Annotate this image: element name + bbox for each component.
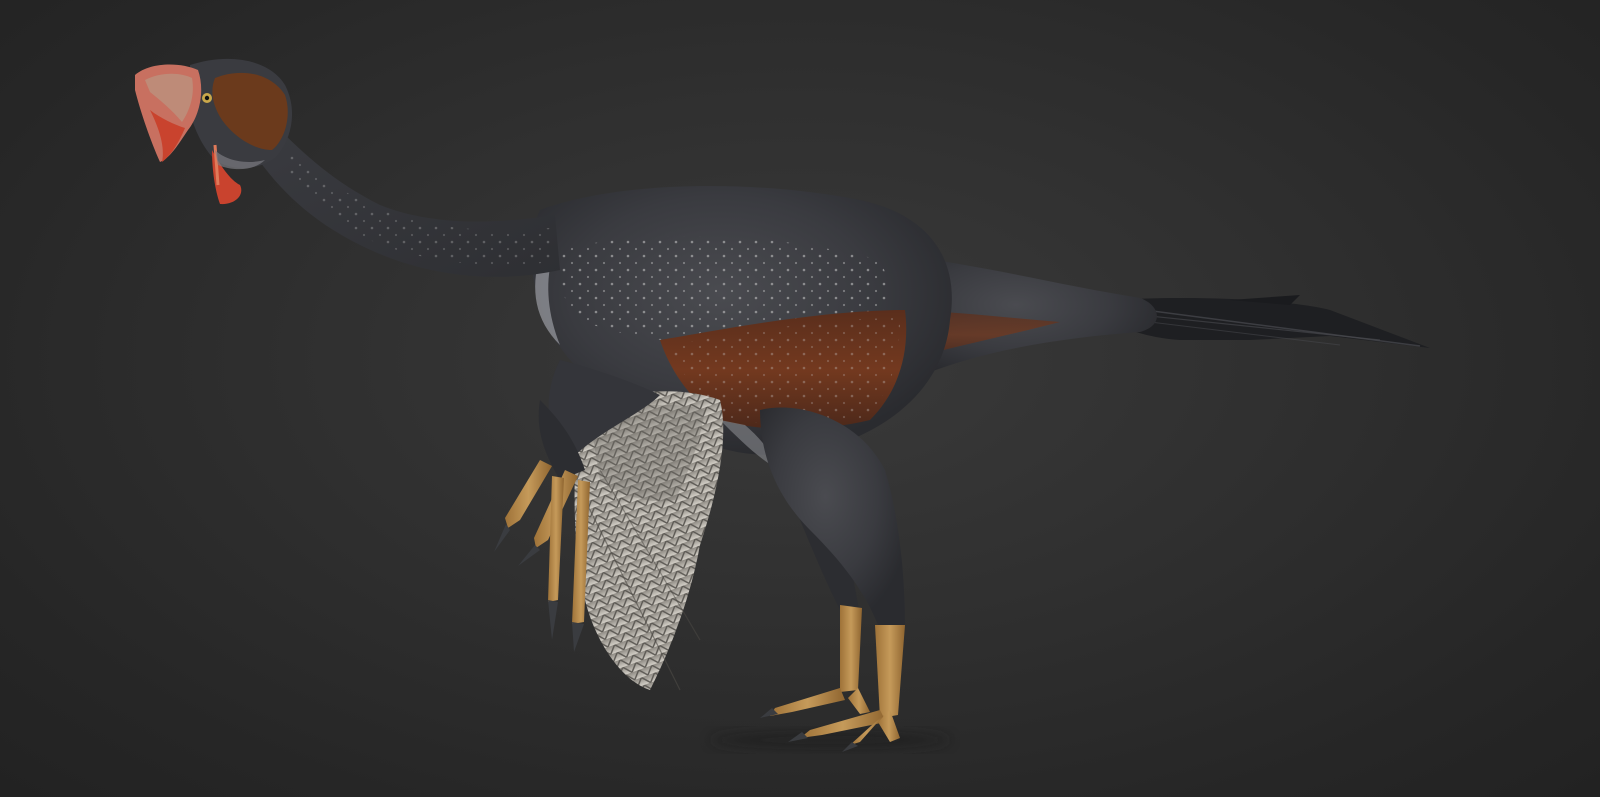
wing xyxy=(538,360,724,691)
head xyxy=(135,58,293,205)
render-viewport xyxy=(0,0,1600,797)
tail-feathers xyxy=(1110,295,1430,348)
neck-speckles xyxy=(285,150,550,266)
dinosaur-render xyxy=(135,58,1430,752)
